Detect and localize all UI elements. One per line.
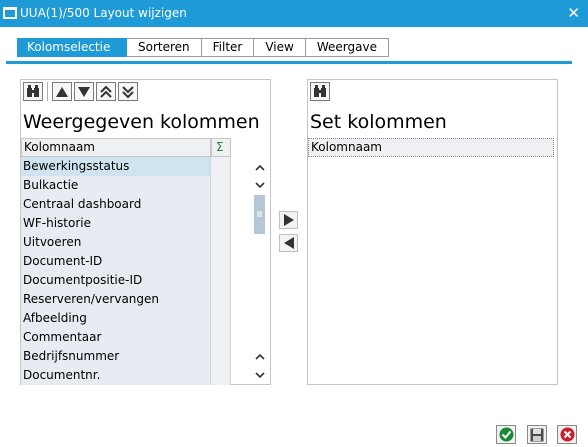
list-item[interactable]: Bewerkingsstatus [21, 157, 210, 176]
left-toolbar [21, 80, 270, 103]
list-item[interactable]: Reserveren/vervangen [21, 290, 210, 309]
close-icon[interactable]: ✕ [567, 4, 580, 22]
scroll-down-icon[interactable] [253, 178, 267, 192]
move-up-icon[interactable] [52, 82, 72, 101]
move-down-icon[interactable] [74, 82, 94, 101]
displayed-columns-panel: Weergegeven kolommen Kolomnaam Σ Bewerki… [20, 79, 271, 385]
list-item[interactable]: Uitvoeren [21, 233, 210, 252]
column-header[interactable]: Kolomnaam [21, 138, 211, 157]
list-item[interactable]: Bulkactie [21, 176, 210, 195]
displayed-columns-list: Bewerkingsstatus Bulkactie Centraal dash… [21, 157, 210, 385]
move-to-bottom-icon[interactable] [118, 82, 138, 101]
list-item[interactable]: Centraal dashboard [21, 195, 210, 214]
tab-sorteren[interactable]: Sorteren [127, 38, 202, 57]
list-item[interactable]: Commentaar [21, 328, 210, 347]
panel-title: Weergegeven kolommen [23, 111, 260, 133]
scrollbar-thumb[interactable] [254, 195, 265, 234]
tab-weergave[interactable]: Weergave [305, 38, 389, 57]
binoculars-icon[interactable] [310, 82, 330, 101]
list-item[interactable]: Document-ID [21, 252, 210, 271]
sum-column [210, 157, 231, 385]
list-item[interactable]: Afbeelding [21, 309, 210, 328]
list-item[interactable]: WF-historie [21, 214, 210, 233]
cancel-icon[interactable] [557, 425, 577, 444]
move-right-icon[interactable] [279, 211, 298, 229]
move-to-top-icon[interactable] [96, 82, 116, 101]
move-left-icon[interactable] [279, 234, 298, 252]
window-title: UUA(1)/500 Layout wijzigen [20, 6, 187, 20]
scroll-up-icon[interactable] [253, 160, 267, 174]
right-toolbar [308, 80, 557, 103]
list-item[interactable]: Bedrijfsnummer [21, 347, 210, 366]
tab-view[interactable]: View [254, 38, 306, 57]
set-columns-panel: Set kolommen Kolomnaam [307, 79, 558, 385]
tab-filter[interactable]: Filter [201, 38, 255, 57]
confirm-icon[interactable] [496, 425, 516, 444]
column-header[interactable]: Kolomnaam [308, 138, 554, 157]
tab-strip: Kolomselectie Sorteren Filter View Weerg… [17, 38, 389, 57]
tab-kolomselectie[interactable]: Kolomselectie [17, 38, 127, 57]
panel-title: Set kolommen [310, 111, 447, 133]
list-item[interactable]: Documentnr. [21, 366, 210, 385]
list-item[interactable]: Documentpositie-ID [21, 271, 210, 290]
toolbar-separator [47, 82, 48, 101]
title-bar: UUA(1)/500 Layout wijzigen ✕ [0, 0, 588, 27]
window-icon [3, 7, 17, 19]
sum-column-header[interactable]: Σ [211, 138, 231, 157]
scroll-page-up-icon[interactable] [253, 349, 267, 363]
tab-underline [6, 61, 572, 64]
binoculars-icon[interactable] [23, 82, 43, 101]
scroll-page-down-icon[interactable] [253, 368, 267, 382]
save-icon[interactable] [527, 425, 547, 444]
